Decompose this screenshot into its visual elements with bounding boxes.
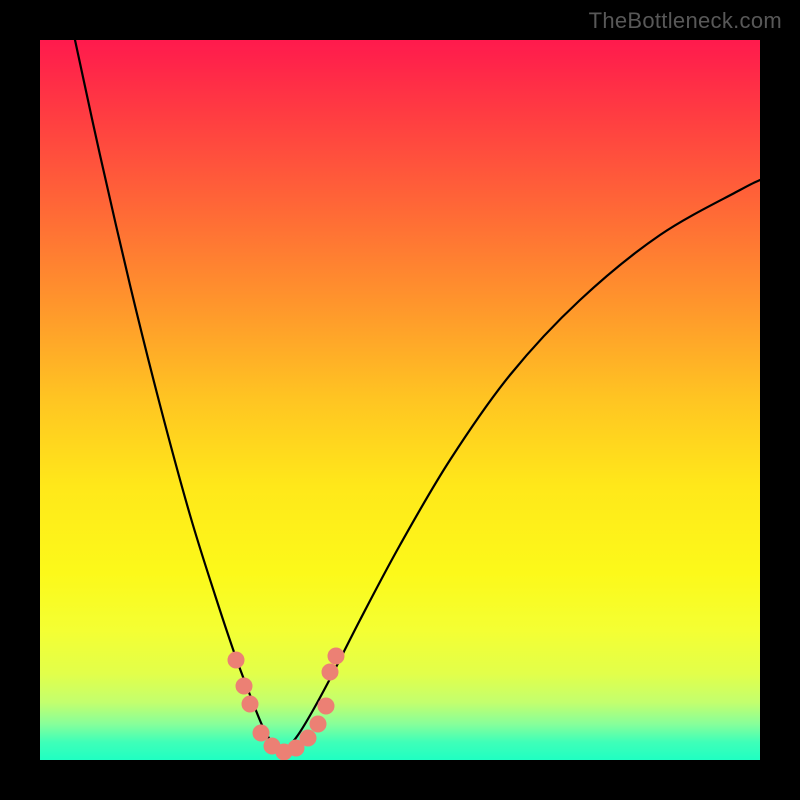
- bottleneck-curve: [75, 40, 760, 752]
- curve-marker: [310, 716, 326, 732]
- curve-marker: [322, 664, 338, 680]
- curve-markers: [228, 648, 344, 760]
- curve-marker: [242, 696, 258, 712]
- plot-area: [40, 40, 760, 760]
- curve-marker: [300, 730, 316, 746]
- curve-marker: [228, 652, 244, 668]
- curve-marker: [264, 738, 280, 754]
- watermark-text: TheBottleneck.com: [589, 8, 782, 34]
- curve-overlay: [40, 40, 760, 760]
- curve-marker: [276, 744, 292, 760]
- curve-marker: [236, 678, 252, 694]
- curve-marker: [288, 740, 304, 756]
- curve-marker: [253, 725, 269, 741]
- chart-frame: TheBottleneck.com: [0, 0, 800, 800]
- curve-marker: [318, 698, 334, 714]
- curve-marker: [328, 648, 344, 664]
